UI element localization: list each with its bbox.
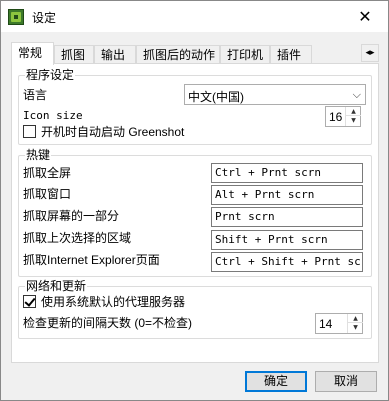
language-select-value: 中文(中国) <box>188 90 244 104</box>
spin-up-icon[interactable]: ▲ <box>346 107 361 116</box>
group-network-update-title: 网络和更新 <box>25 279 88 293</box>
tab-plugins[interactable]: 插件 <box>270 45 312 64</box>
language-select[interactable]: 中文(中国) ⌵ <box>184 84 366 105</box>
icon-size-label: Icon size <box>23 109 83 122</box>
autostart-checkbox[interactable] <box>23 125 36 138</box>
proxy-label: 使用系统默认的代理服务器 <box>41 295 186 309</box>
tab-capture[interactable]: 抓图 <box>54 45 94 64</box>
hotkey-label-region: 抓取屏幕的一部分 <box>23 209 120 223</box>
language-label: 语言 <box>23 88 48 102</box>
icon-size-value: 16 <box>329 110 343 124</box>
spin-up-icon[interactable]: ▲ <box>348 314 363 323</box>
tab-post-capture-actions[interactable]: 抓图后的动作 <box>136 45 220 64</box>
hotkey-field-window[interactable]: Alt + Prnt scrn <box>211 185 363 205</box>
spin-down-icon[interactable]: ▼ <box>348 323 363 333</box>
hotkey-field-fullscreen[interactable]: Ctrl + Prnt scrn <box>211 163 363 183</box>
window-title: 设定 <box>32 11 57 25</box>
close-icon[interactable]: ✕ <box>342 1 388 32</box>
spin-down-icon[interactable]: ▼ <box>346 116 361 126</box>
tab-output[interactable]: 输出 <box>94 45 136 64</box>
settings-window: 设定 ✕ 常规 抓图 输出 抓图后的动作 打印机 插件 ◂▸ 程序设定 语言 中… <box>0 0 389 401</box>
autostart-label: 开机时自动启动 Greenshot <box>41 125 184 139</box>
autostart-label-text: 开机时自动启动 Greenshot <box>41 125 185 139</box>
chevron-down-icon: ⌵ <box>352 88 361 101</box>
hotkey-label-window: 抓取窗口 <box>23 187 72 201</box>
tab-scroll-right-icon[interactable]: ▸ <box>370 48 375 58</box>
title-bar: 设定 ✕ <box>1 1 388 32</box>
hotkey-field-region[interactable]: Prnt scrn <box>211 207 363 227</box>
hotkey-label-last-region: 抓取上次选择的区域 <box>23 231 132 245</box>
hotkey-label-fullscreen: 抓取全屏 <box>23 166 72 180</box>
icon-size-stepper[interactable]: 16 ▲ ▼ <box>325 106 361 127</box>
hotkey-field-ie[interactable]: Ctrl + Shift + Prnt scrn <box>211 252 363 272</box>
greenshot-app-icon <box>8 9 24 25</box>
icon-size-spin-buttons: ▲ ▼ <box>345 107 361 126</box>
tab-general[interactable]: 常规 <box>11 42 54 65</box>
tab-strip: 常规 抓图 输出 抓图后的动作 打印机 插件 ◂▸ <box>11 42 379 65</box>
hotkey-label-ie: 抓取Internet Explorer页面 <box>23 253 160 267</box>
update-interval-spin-buttons: ▲ ▼ <box>347 314 363 333</box>
tab-printer[interactable]: 打印机 <box>220 45 270 64</box>
update-interval-value: 14 <box>319 317 333 331</box>
group-hotkeys-title: 热键 <box>25 148 52 162</box>
proxy-checkbox[interactable] <box>23 295 36 308</box>
hotkey-field-last-region[interactable]: Shift + Prnt scrn <box>211 230 363 250</box>
group-program-settings-title: 程序设定 <box>25 68 76 82</box>
tab-panel-general: 程序设定 语言 中文(中国) ⌵ Icon size 16 ▲ ▼ 开机时自动启… <box>11 63 379 363</box>
update-interval-label: 检查更新的间隔天数 (0=不检查) <box>23 316 193 330</box>
update-interval-stepper[interactable]: 14 ▲ ▼ <box>315 313 363 334</box>
cancel-button[interactable]: 取消 <box>315 371 377 392</box>
ok-button[interactable]: 确定 <box>245 371 307 392</box>
tab-scroll-arrows[interactable]: ◂▸ <box>361 44 379 62</box>
